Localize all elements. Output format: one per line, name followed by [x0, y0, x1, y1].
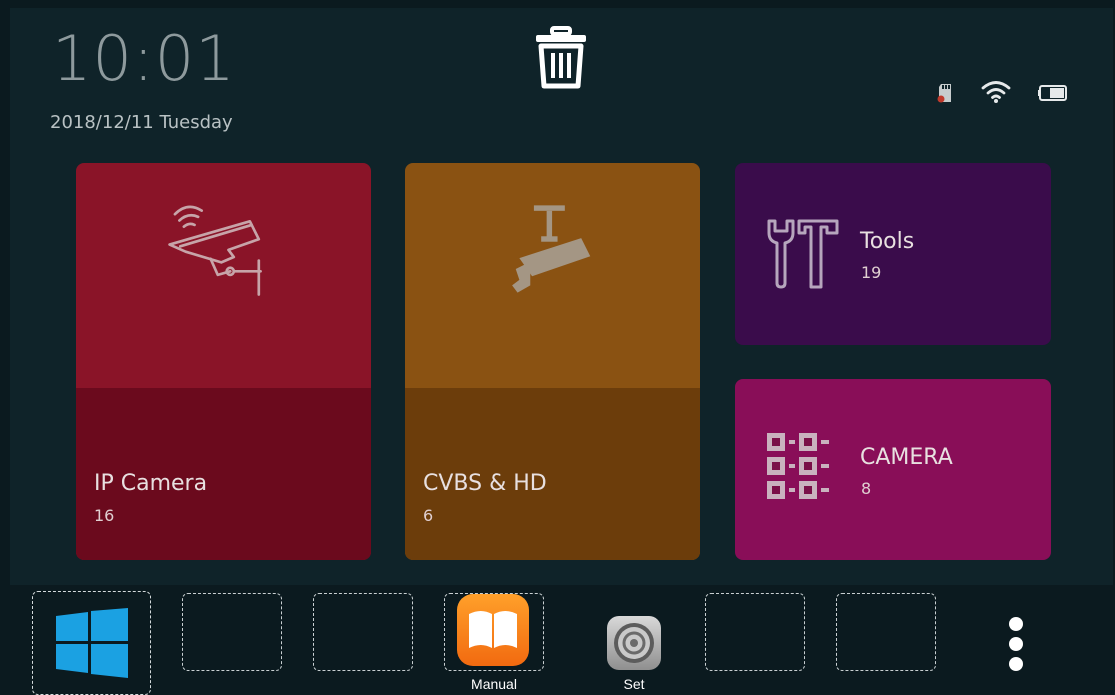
more-vertical-icon[interactable] [1007, 617, 1025, 673]
trash-icon[interactable] [533, 26, 589, 90]
dock-app-set[interactable]: Set [584, 615, 684, 695]
tile-count: 8 [861, 479, 872, 498]
windows-icon[interactable] [56, 608, 128, 678]
battery-icon [1038, 85, 1067, 101]
book-icon[interactable] [455, 592, 531, 668]
tile-ip-camera[interactable]: IP Camera 16 [76, 163, 371, 560]
dock-slot-empty[interactable] [705, 593, 805, 671]
tile-cvbs-hd[interactable]: CVBS & HD 6 [405, 163, 700, 560]
app-label: Set [623, 676, 645, 692]
dock-slot-empty[interactable] [313, 593, 413, 671]
dock-slot-empty[interactable] [836, 593, 936, 671]
tile-count: 16 [94, 506, 115, 525]
settings-gear-icon[interactable] [606, 615, 662, 671]
tile-camera[interactable]: CAMERA 8 [735, 379, 1051, 560]
app-label: Manual [471, 676, 517, 692]
home-screen: 10:01 2018/12/11 Tuesday IP Camera 16 CV… [10, 8, 1113, 695]
wifi-icon [981, 81, 1011, 103]
dock-bar: Manual Set [10, 585, 1113, 695]
tile-label: IP Camera [94, 471, 208, 496]
ip-camera-icon [168, 205, 262, 296]
tile-label: CVBS & HD [423, 471, 547, 496]
cctv-camera-icon [512, 205, 591, 293]
camera-grid-icon [767, 433, 829, 499]
sd-card-icon [937, 84, 951, 103]
clock-time: 10:01 [52, 22, 236, 95]
dot [1009, 657, 1023, 671]
dot [1009, 617, 1023, 631]
tile-label: Tools [860, 229, 915, 254]
dock-slot-manual[interactable]: Manual [444, 592, 544, 692]
tile-label: CAMERA [860, 445, 953, 470]
dock-slot-start[interactable] [32, 591, 151, 695]
tile-count: 6 [423, 506, 434, 525]
tools-icon [767, 219, 839, 289]
tile-tools[interactable]: Tools 19 [735, 163, 1051, 345]
clock-date: 2018/12/11 Tuesday [50, 112, 233, 133]
tile-count: 19 [861, 263, 882, 282]
dock-slot-empty[interactable] [182, 593, 282, 671]
dot [1009, 637, 1023, 651]
